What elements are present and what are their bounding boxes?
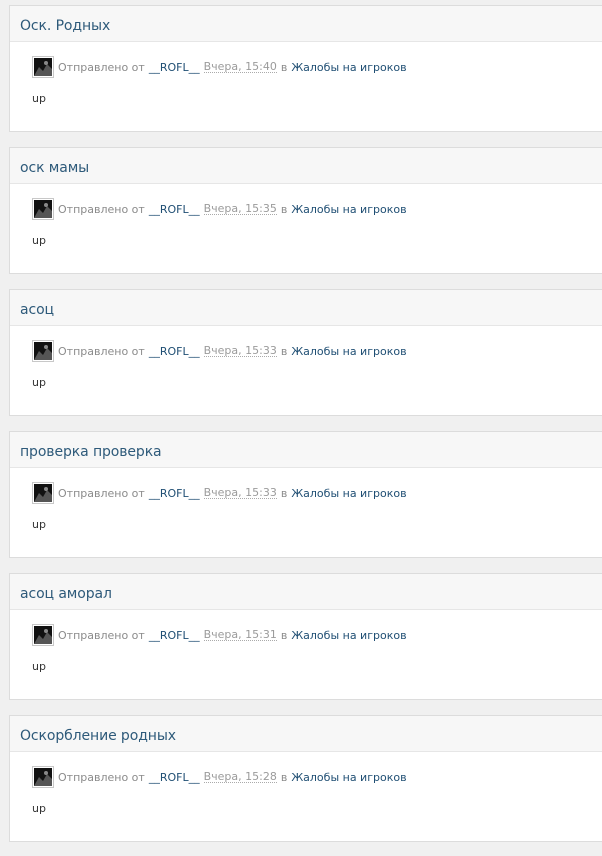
- author-avatar[interactable]: [32, 56, 54, 78]
- sent-by-label: Отправлено от: [58, 486, 145, 500]
- post-header: асоц: [10, 290, 602, 326]
- forum-link[interactable]: Жалобы на игроков: [291, 61, 406, 74]
- sent-by-label: Отправлено от: [58, 344, 145, 358]
- author-link[interactable]: __ROFL__: [149, 771, 200, 784]
- forum-link[interactable]: Жалобы на игроков: [291, 771, 406, 784]
- in-label: в: [280, 770, 288, 784]
- forum-link[interactable]: Жалобы на игроков: [291, 629, 406, 642]
- in-label: в: [280, 344, 288, 358]
- sent-by-label: Отправлено от: [58, 60, 145, 74]
- post-meta: Отправлено от __ROFL__ Вчера, 15:33 в Жа…: [32, 340, 407, 362]
- post-card: Оскорбление родных Отправлено от __ROFL_…: [9, 715, 602, 842]
- post-title-link[interactable]: асоц аморал: [20, 586, 112, 602]
- author-avatar[interactable]: [32, 340, 54, 362]
- forum-link[interactable]: Жалобы на игроков: [291, 487, 406, 500]
- author-link[interactable]: __ROFL__: [149, 203, 200, 216]
- post-card: асоц Отправлено от __ROFL__ Вчера, 15:33…: [9, 289, 602, 416]
- author-link[interactable]: __ROFL__: [149, 345, 200, 358]
- post-meta: Отправлено от __ROFL__ Вчера, 15:40 в Жа…: [32, 56, 407, 78]
- author-avatar[interactable]: [32, 624, 54, 646]
- post-title-link[interactable]: Оскорбление родных: [20, 728, 176, 744]
- in-label: в: [280, 628, 288, 642]
- post-time: Вчера, 15:33: [203, 344, 277, 357]
- post-body: up: [32, 660, 46, 673]
- post-body: up: [32, 234, 46, 247]
- post-header: оск мамы: [10, 148, 602, 184]
- post-header: проверка проверка: [10, 432, 602, 468]
- author-avatar[interactable]: [32, 198, 54, 220]
- forum-link[interactable]: Жалобы на игроков: [291, 203, 406, 216]
- post-body: up: [32, 802, 46, 815]
- sent-by-label: Отправлено от: [58, 628, 145, 642]
- post-header: Оскорбление родных: [10, 716, 602, 752]
- post-meta: Отправлено от __ROFL__ Вчера, 15:31 в Жа…: [32, 624, 407, 646]
- post-meta: Отправлено от __ROFL__ Вчера, 15:28 в Жа…: [32, 766, 407, 788]
- post-header: асоц аморал: [10, 574, 602, 610]
- sent-by-label: Отправлено от: [58, 202, 145, 216]
- post-time: Вчера, 15:40: [203, 60, 277, 73]
- post-card: проверка проверка Отправлено от __ROFL__…: [9, 431, 602, 558]
- post-header: Оск. Родных: [10, 6, 602, 42]
- post-title-link[interactable]: Оск. Родных: [20, 18, 110, 34]
- forum-link[interactable]: Жалобы на игроков: [291, 345, 406, 358]
- sent-by-label: Отправлено от: [58, 770, 145, 784]
- post-title-link[interactable]: асоц: [20, 302, 54, 318]
- author-avatar[interactable]: [32, 766, 54, 788]
- post-time: Вчера, 15:28: [203, 770, 277, 783]
- post-meta: Отправлено от __ROFL__ Вчера, 15:35 в Жа…: [32, 198, 407, 220]
- post-title-link[interactable]: оск мамы: [20, 160, 89, 176]
- in-label: в: [280, 486, 288, 500]
- post-body: up: [32, 376, 46, 389]
- post-body: up: [32, 92, 46, 105]
- in-label: в: [280, 60, 288, 74]
- author-link[interactable]: __ROFL__: [149, 629, 200, 642]
- post-time: Вчера, 15:31: [203, 628, 277, 641]
- post-meta: Отправлено от __ROFL__ Вчера, 15:33 в Жа…: [32, 482, 407, 504]
- post-time: Вчера, 15:33: [203, 486, 277, 499]
- in-label: в: [280, 202, 288, 216]
- author-link[interactable]: __ROFL__: [149, 487, 200, 500]
- post-title-link[interactable]: проверка проверка: [20, 444, 162, 460]
- author-avatar[interactable]: [32, 482, 54, 504]
- post-body: up: [32, 518, 46, 531]
- post-card: Оск. Родных Отправлено от __ROFL__ Вчера…: [9, 5, 602, 132]
- author-link[interactable]: __ROFL__: [149, 61, 200, 74]
- post-time: Вчера, 15:35: [203, 202, 277, 215]
- post-card: асоц аморал Отправлено от __ROFL__ Вчера…: [9, 573, 602, 700]
- post-card: оск мамы Отправлено от __ROFL__ Вчера, 1…: [9, 147, 602, 274]
